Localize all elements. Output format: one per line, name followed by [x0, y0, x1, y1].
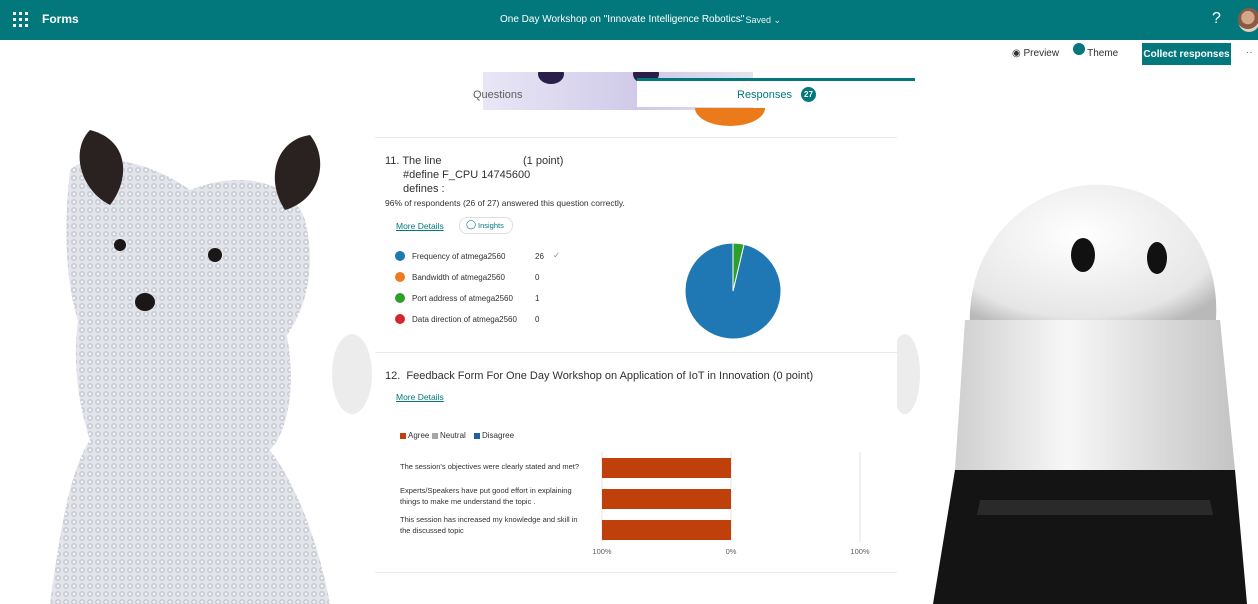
section-divider [375, 572, 897, 573]
section-divider [375, 137, 897, 138]
legend-dot [395, 314, 405, 324]
option-label: Bandwidth of atmega2560 [412, 273, 505, 282]
bar-agree [602, 520, 731, 540]
legend-swatch [474, 433, 480, 439]
q12-likert-chart: 100% 0% 100% [592, 452, 870, 556]
statement-label: the discussed topic [400, 526, 464, 535]
app-name[interactable]: Forms [42, 12, 79, 26]
axis-tick-label: 0% [726, 547, 737, 556]
legend-dot [395, 272, 405, 282]
option-label: Frequency of atmega2560 [412, 252, 506, 261]
saved-status-text: - Saved [740, 15, 772, 25]
crochet-toy-photo [50, 130, 330, 604]
q12-more-details-link[interactable]: More Details [396, 392, 444, 402]
statement-label: things to make me understand the topic . [400, 497, 536, 506]
app-header: Forms One Day Workshop on "Innovate Inte… [0, 0, 1258, 40]
q11-code-line: #define F_CPU 14745600 [403, 169, 531, 181]
section-divider [375, 352, 897, 353]
q11-summary: 96% of respondents (26 of 27) answered t… [385, 198, 625, 208]
preview-button[interactable]: ◉ Preview [1012, 48, 1059, 59]
option-label: Port address of atmega2560 [412, 294, 513, 303]
lightbulb-icon: ◯ [466, 219, 477, 229]
command-bar [0, 40, 1258, 70]
correct-answer-icon: ✓ [553, 250, 561, 260]
option-count: 0 [535, 315, 540, 324]
option-count: 26 [535, 252, 544, 261]
help-icon[interactable]: ? [1212, 10, 1221, 28]
legend-dot [395, 293, 405, 303]
insights-label: Insights [478, 221, 504, 230]
more-options-icon[interactable]: ·· [1246, 47, 1253, 58]
q11-defines: defines : [403, 183, 445, 195]
axis-tick-label: 100% [592, 547, 612, 556]
q11-pie-chart [684, 242, 782, 340]
option-count: 1 [535, 294, 540, 303]
form-title[interactable]: One Day Workshop on "Innovate Intelligen… [500, 14, 744, 25]
legend-label: Agree [408, 431, 430, 440]
legend-swatch [400, 433, 406, 439]
option-count: 0 [535, 273, 540, 282]
legend-dot [395, 251, 405, 261]
q11-points: (1 point) [523, 155, 564, 167]
summary-chart-fragment [695, 108, 765, 126]
robot-arm-left [332, 334, 372, 414]
eye-icon: ◉ [1012, 48, 1021, 59]
preview-label: Preview [1023, 48, 1060, 59]
insights-button[interactable]: ◯ Insights [459, 217, 513, 234]
bar-agree [602, 489, 731, 509]
statement-label: The session's objectives were clearly st… [400, 462, 580, 471]
theme-button[interactable]: Theme [1076, 48, 1118, 59]
avatar[interactable] [1238, 8, 1258, 32]
collect-responses-button[interactable]: Collect responses [1142, 43, 1231, 65]
bar-agree [602, 458, 731, 478]
q11-title: 11. The line [385, 155, 442, 167]
responses-count-badge: 27 [801, 87, 816, 102]
legend-swatch [432, 433, 438, 439]
saved-status[interactable]: - Saved ⌄ [740, 15, 781, 26]
option-label: Data direction of atmega2560 [412, 315, 517, 324]
axis-tick-label: 100% [850, 547, 870, 556]
tab-questions[interactable]: Questions [473, 89, 523, 101]
statement-label: Experts/Speakers have put good effort in… [400, 486, 572, 495]
tab-responses-label[interactable]: Responses [737, 89, 792, 101]
robot-photo [933, 184, 1247, 604]
app-launcher-icon[interactable] [13, 12, 29, 28]
q12-title: 12. Feedback Form For One Day Workshop o… [385, 370, 814, 382]
statement-label: This session has increased my knowledge … [400, 515, 578, 524]
legend-label: Neutral [440, 431, 466, 440]
legend-label: Disagree [482, 431, 515, 440]
chevron-down-icon: ⌄ [773, 15, 782, 25]
q11-more-details-link[interactable]: More Details [396, 221, 444, 231]
theme-label: Theme [1087, 48, 1119, 59]
